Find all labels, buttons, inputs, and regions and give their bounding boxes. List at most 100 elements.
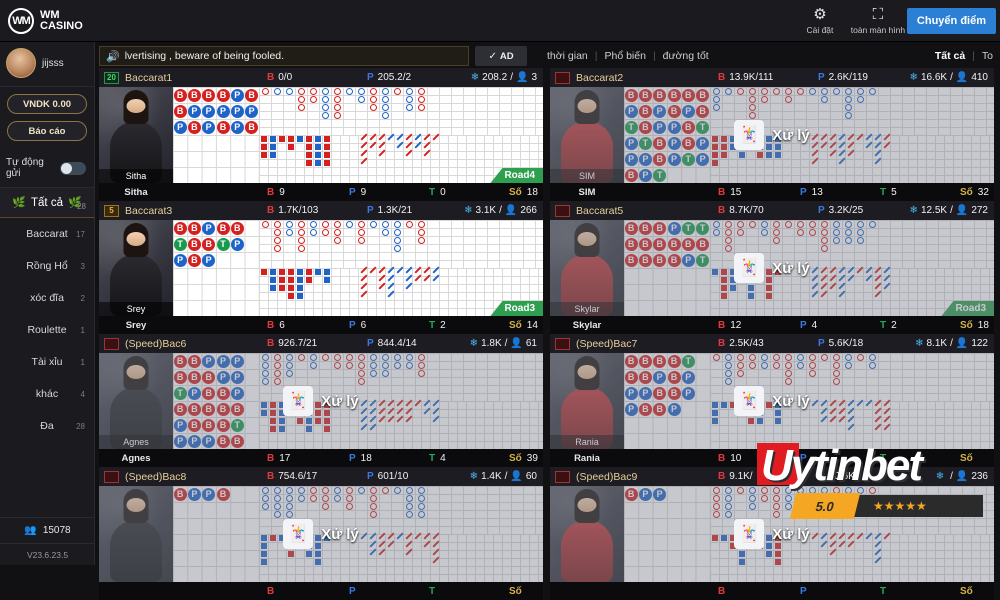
auto-send-row[interactable]: Tự động gửi — [0, 149, 94, 188]
table-footer: B P T Số — [550, 582, 994, 600]
footer-dealer-name: Rania — [574, 452, 600, 464]
banker-stat: B 8.7K/70 — [718, 205, 764, 216]
sidebar-item-count: 3 — [80, 261, 85, 271]
footer-total-key: Số — [960, 452, 973, 464]
big-road-mark — [309, 87, 317, 95]
big-road-mark — [285, 87, 293, 95]
table-footer: Sitha B 9 P 9 T 0 Số 18 — [99, 183, 543, 201]
big-road-mark — [333, 236, 341, 244]
snowflake-icon: ❄ — [909, 205, 918, 216]
big-road-mark — [357, 236, 365, 244]
settings-button[interactable]: ⚙ Cài đặt — [791, 0, 849, 42]
game-table-card[interactable]: 20 Baccarat1 B 0/0 P 205.2/2 ❄ 208.2/👤 3 Sitha B B P… — [99, 68, 543, 201]
user-row[interactable]: jijsss — [0, 42, 94, 87]
game-table-card[interactable]: (Speed)Bac6 B 926.7/21 P 844.4/14 ❄ 1.8K / 👤 61 Ag… — [99, 334, 543, 467]
game-table-card[interactable]: 5 Baccarat3 B 1.7K/103 P 1.3K/21 ❄ 3.1K / 👤 266 Sre… — [99, 201, 543, 334]
derived-road-mark — [323, 160, 330, 166]
report-button[interactable]: Báo cáo — [7, 121, 87, 141]
big-road-mark — [393, 244, 401, 252]
transfer-points-button[interactable]: Chuyển điểm — [906, 7, 996, 34]
derived-road-mark — [323, 136, 330, 142]
processing-overlay: 🃏 Xử lý — [99, 486, 543, 582]
footer-total-key: Số — [960, 585, 973, 597]
player-value: 844.4/14 — [377, 338, 417, 349]
filter-separator: | — [652, 50, 656, 62]
dealer-video[interactable]: Srey — [99, 220, 173, 316]
filter-2[interactable]: đường tốt — [663, 50, 709, 62]
processing-overlay: 🃏 Xử lý — [550, 87, 994, 183]
table-body[interactable]: Srey B T P B B B P B P B T B P Road3 — [99, 220, 543, 316]
announcement-marquee[interactable]: 🔊 lvertising , beware of being fooled. — [99, 46, 469, 66]
footer-banker-value: 6 — [279, 319, 285, 331]
footer-player-key: P — [349, 452, 356, 464]
filter-0[interactable]: thời gian — [547, 50, 588, 62]
slash: / — [504, 338, 508, 349]
player-value: 2.6K/119 — [828, 72, 868, 83]
online-count: 15078 — [42, 525, 71, 536]
ad-button[interactable]: ✓ AD — [475, 46, 527, 66]
table-totals: ❄ / 👤 236 — [936, 471, 988, 482]
dealer-name: Sitha — [99, 169, 173, 183]
table-name: Baccarat3 — [125, 204, 173, 217]
sidebar-item-2[interactable]: xóc đĩa 2 — [0, 282, 94, 314]
sidebar-item-6[interactable]: Đa 28 — [0, 410, 94, 442]
sidebar-item-1[interactable]: Rồng Hổ 3 — [0, 250, 94, 282]
fullscreen-button[interactable]: ⛶ toàn màn hình — [849, 0, 907, 42]
table-body[interactable]: Skylar B B B B B B B B B P B B T B P T B T Road3 🃏 Xử lý — [550, 220, 994, 316]
balance-button[interactable]: VNDK 0.00 — [7, 94, 87, 114]
snowflake-icon: ❄ — [470, 72, 480, 83]
snowflake-icon: ❄ — [915, 338, 924, 349]
bead-road-mark: B — [245, 120, 259, 134]
dealer-name: Srey — [99, 302, 173, 316]
table-body[interactable]: Sitha B B P B P B B P P B P B P P P B P B Road4 — [99, 87, 543, 183]
bead-road-mark: P — [245, 104, 259, 118]
table-body[interactable]: B P P B 🃏 Xử lý — [99, 486, 543, 582]
big-road-mark — [381, 95, 389, 103]
table-totals: ❄ 8.1K / 👤 122 — [915, 338, 988, 349]
game-table-card[interactable]: (Speed)Bac8 B 754.6/17 P 601/10 ❄ 1.4K / 👤 60 B P P B… — [99, 467, 543, 600]
player-value: 3.2K/25 — [828, 205, 864, 216]
table-countdown-badge — [555, 204, 570, 217]
table-countdown-badge — [555, 470, 570, 483]
game-table-card[interactable]: (Speed)Bac7 B 2.5K/43 P 5.6K/18 ❄ 8.1K / 👤 122 Ran… — [550, 334, 994, 467]
game-table-card[interactable]: Baccarat2 B 13.9K/111 P 2.6K/119 ❄ 16.6K / 👤 410 S… — [550, 68, 994, 201]
brand-logo[interactable]: WM WM CASINO — [0, 0, 110, 42]
player-value: 10.6K / — [828, 471, 861, 482]
filter-right-0[interactable]: Tất cả — [935, 50, 965, 62]
table-body[interactable]: Agnes B B T B P P B B P B B P P B B B B P P P B B B B P P P B T B 🃏 Xử l… — [99, 353, 543, 449]
table-body[interactable]: Rania B B P P B B P B B P B B B B B P T P P 🃏 Xử lý — [550, 353, 994, 449]
bead-road-mark: B — [173, 221, 187, 235]
table-body[interactable]: SIM B P T P P B B B B T P P B P P B B T B B P P P B P B B T B B T P P 🃏 Xử … — [550, 87, 994, 183]
filter-right-1[interactable]: To — [982, 50, 993, 62]
dealer-video[interactable]: Sitha — [99, 87, 173, 183]
table-name: (Speed)Bac9 — [576, 470, 638, 483]
banker-value: 0/0 — [278, 72, 293, 83]
footer-tie-key: T — [429, 186, 436, 198]
table-body[interactable]: B P P 🃏 Xử lý — [550, 486, 994, 582]
fullscreen-label: toàn màn hình — [850, 24, 906, 35]
derived-road-mark — [260, 144, 267, 150]
processing-label: Xử lý — [321, 392, 359, 410]
derived-road-mark — [314, 144, 321, 150]
sidebar-item-4[interactable]: Tài xỉu 1 — [0, 346, 94, 378]
auto-send-toggle[interactable] — [60, 161, 86, 175]
people-icon: 👤 — [510, 338, 523, 349]
sidebar-item-5[interactable]: khác 4 — [0, 378, 94, 410]
bead-road-mark: P — [202, 120, 216, 134]
sidebar-item-0[interactable]: Baccarat 17 — [0, 218, 94, 250]
sidebar-item-all[interactable]: 🌿 Tất cả 🌿 28 — [0, 188, 94, 218]
sidebar-item-3[interactable]: Roulette 1 — [0, 314, 94, 346]
notice-bar: 🔊 lvertising , beware of being fooled. ✓… — [99, 44, 995, 68]
filter-1[interactable]: Phổ biến — [604, 50, 645, 62]
processing-overlay: 🃏 Xử lý — [99, 353, 543, 449]
game-table-card[interactable]: (Speed)Bac9 B 9.1K/P 10.6K / ❄ / 👤 236 B P P 🃏 Xử lý… — [550, 467, 994, 600]
footer-total-value: 39 — [526, 452, 538, 464]
processing-label: Xử lý — [772, 259, 810, 277]
footer-player: P 13 — [800, 187, 823, 198]
game-table-card[interactable]: Baccarat5 B 8.7K/70 P 3.2K/25 ❄ 12.5K / 👤 272 Skyl… — [550, 201, 994, 334]
footer-dealer-name: SIM — [578, 186, 596, 198]
footer-dealer-name: Agnes — [121, 452, 151, 464]
banker-key: B — [267, 338, 275, 349]
derived-road-mark — [314, 136, 321, 142]
sidebar-item-count: 2 — [80, 293, 85, 303]
